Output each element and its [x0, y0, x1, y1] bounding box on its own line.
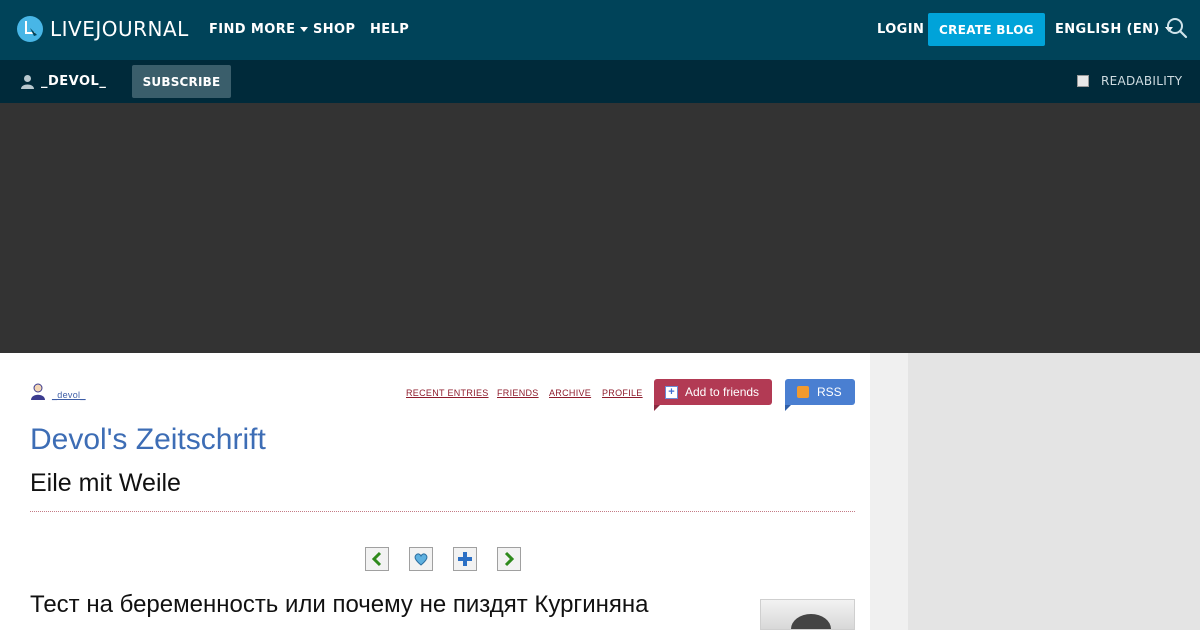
logo-text: LIVEJOURNAL: [50, 17, 189, 41]
subscribe-button[interactable]: SUBSCRIBE: [132, 65, 231, 98]
divider: [30, 511, 855, 512]
language-selector[interactable]: ENGLISH (EN): [1055, 22, 1173, 37]
livejournal-logo[interactable]: LIVEJOURNAL: [16, 15, 189, 43]
nav-profile[interactable]: PROFILE: [602, 388, 643, 398]
next-entry-button[interactable]: [497, 547, 521, 571]
login-link[interactable]: LOGIN: [877, 22, 924, 37]
search-icon[interactable]: [1166, 17, 1188, 39]
nav-recent-entries[interactable]: RECENT ENTRIES: [406, 388, 489, 398]
journal-subbar: _DEVOL_ SUBSCRIBE READABILITY: [0, 60, 1200, 103]
rss-icon: [797, 386, 809, 398]
top-navigation-bar: LIVEJOURNAL FIND MORE SHOP HELP LOGIN CR…: [0, 0, 1200, 60]
page-background-right: [870, 353, 1200, 630]
readability-label: READABILITY: [1101, 74, 1183, 88]
journal-owner-link[interactable]: _DEVOL_: [20, 74, 106, 89]
previous-entry-button[interactable]: [365, 547, 389, 571]
rss-button[interactable]: RSS: [785, 379, 855, 405]
create-blog-button[interactable]: CREATE BLOG: [928, 13, 1045, 46]
nav-find-more-label: FIND MORE: [209, 22, 296, 37]
chevron-down-icon: [300, 27, 309, 32]
avatar-figure: [791, 614, 831, 629]
sidebar-panel: [908, 353, 1200, 630]
avatar: [760, 599, 855, 630]
add-to-memories-button[interactable]: [409, 547, 433, 571]
journal-subtitle: Eile mit Weile: [30, 469, 181, 497]
add-to-friends-label: Add to friends: [685, 385, 760, 399]
livejournal-logo-icon: [17, 16, 43, 42]
plus-icon: [458, 552, 472, 566]
nav-help[interactable]: HELP: [370, 22, 409, 37]
arrow-right-icon: [504, 551, 515, 567]
nav-find-more[interactable]: FIND MORE: [209, 22, 309, 37]
arrow-left-icon: [371, 551, 382, 567]
journal-content: _devol_ RECENT ENTRIES FRIENDS ARCHIVE P…: [0, 353, 870, 630]
journal-user-name: _devol_: [52, 390, 86, 400]
heart-icon: [414, 553, 428, 566]
post-title[interactable]: Тест на беременность или почему не пиздя…: [30, 591, 648, 619]
button-tail: [785, 405, 791, 411]
header-banner: [0, 103, 1200, 353]
language-label: ENGLISH (EN): [1055, 22, 1160, 37]
journal-title[interactable]: Devol's Zeitschrift: [30, 423, 266, 457]
plus-icon: +: [665, 385, 678, 399]
add-to-friends-button[interactable]: + Add to friends: [654, 379, 772, 405]
nav-archive[interactable]: ARCHIVE: [549, 388, 591, 398]
journal-user-link[interactable]: _devol_: [30, 383, 86, 400]
journal-owner-name: _DEVOL_: [41, 74, 107, 89]
nav-friends[interactable]: FRIENDS: [497, 388, 539, 398]
nav-shop[interactable]: SHOP: [313, 22, 355, 37]
tell-a-friend-button[interactable]: [453, 547, 477, 571]
readability-toggle[interactable]: READABILITY: [1077, 74, 1182, 88]
readability-checkbox[interactable]: [1077, 75, 1089, 87]
rss-label: RSS: [817, 385, 842, 399]
user-icon: [21, 75, 34, 89]
userinfo-icon: [31, 383, 45, 400]
button-tail: [654, 405, 660, 411]
